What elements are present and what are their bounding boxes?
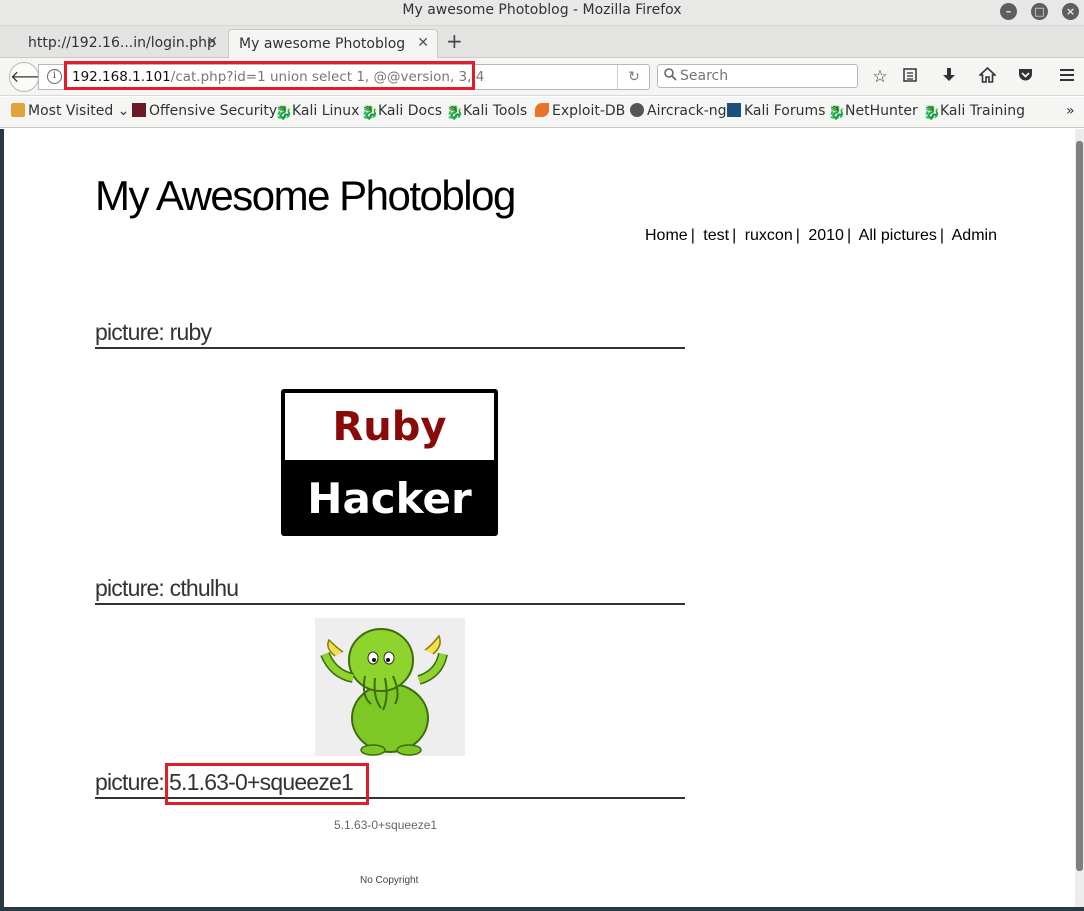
picture-heading-prefix: picture:: [95, 769, 165, 795]
bookmark-star-icon[interactable]: ☆: [869, 67, 891, 87]
page-content: My Awesome Photoblog Home | test | ruxcon |…: [4, 129, 1075, 911]
maximize-icon[interactable]: □: [1031, 3, 1048, 20]
home-icon[interactable]: [976, 66, 998, 88]
info-icon[interactable]: i: [47, 69, 62, 84]
bookmark-kali-linux[interactable]: 🐉Kali Linux: [275, 103, 360, 121]
exploit-db-icon: [535, 103, 549, 117]
nav-link-all-pictures[interactable]: All pictures: [859, 227, 937, 244]
back-arrow-icon[interactable]: 🡐: [9, 62, 53, 92]
tab-login[interactable]: http://192.16...in/login.php ✕: [2, 29, 226, 58]
bookmark-label: Aircrack-ng: [647, 103, 727, 119]
bookmark-kali-docs[interactable]: 🐉Kali Docs: [361, 103, 443, 121]
scrollbar-thumb[interactable]: [1076, 141, 1083, 871]
offsec-icon: [132, 103, 146, 117]
page-footer: No Copyright: [360, 875, 419, 886]
bookmark-aircrack-ng[interactable]: Aircrack-ng: [630, 103, 727, 119]
overflow-chevron-icon[interactable]: »: [1066, 103, 1075, 119]
nav-link-test[interactable]: test: [703, 227, 729, 244]
url-text[interactable]: 192.168.1.101/cat.php?id=1 union select …: [72, 69, 484, 85]
bookmark-label: Offensive Security: [149, 103, 278, 119]
chevron-down-icon: ⌄: [113, 103, 130, 119]
image-text-ruby: Ruby: [285, 393, 494, 460]
reading-list-icon[interactable]: [899, 67, 921, 88]
url-path: /cat.php?id=1 union select 1, @@version,…: [170, 69, 485, 85]
window-bottom-edge: [0, 907, 1084, 911]
nav-link-admin[interactable]: Admin: [952, 227, 997, 244]
tab-label: http://192.16...in/login.php: [28, 35, 216, 51]
cthulhu-image[interactable]: [315, 618, 465, 756]
search-bar[interactable]: [657, 64, 858, 88]
picture-heading-injected: picture: 5.1.63-0+squeeze1: [95, 769, 685, 799]
tab-strip: http://192.16...in/login.php ✕ My awesom…: [0, 26, 1084, 58]
kali-dragon-icon: 🐉: [446, 105, 464, 121]
bookmark-offensive-security[interactable]: Offensive Security: [132, 103, 277, 119]
kali-dragon-icon: 🐉: [923, 105, 941, 121]
reload-icon[interactable]: ↻: [617, 65, 650, 89]
minimize-icon[interactable]: –: [1000, 3, 1017, 20]
window-titlebar: My awesome Photoblog - Mozilla Firefox –…: [0, 0, 1084, 26]
nav-link-home[interactable]: Home: [645, 227, 688, 244]
bookmark-kali-training[interactable]: 🐉Kali Training: [923, 103, 1025, 121]
bookmark-label: Kali Training: [940, 103, 1025, 119]
window-title: My awesome Photoblog - Mozilla Firefox: [402, 2, 682, 18]
vertical-scrollbar[interactable]: [1075, 129, 1084, 911]
bookmark-label: Exploit-DB: [552, 103, 626, 119]
nav-separator: |: [732, 227, 737, 244]
kali-dragon-icon: 🐉: [361, 105, 379, 121]
nav-link-2010[interactable]: 2010: [808, 227, 844, 244]
close-tab-icon[interactable]: ✕: [417, 35, 429, 51]
bookmark-label: Kali Docs: [378, 103, 443, 119]
bookmark-label: NetHunter: [845, 103, 918, 119]
image-text-hacker: Hacker: [307, 474, 472, 523]
close-window-icon[interactable]: ×: [1062, 3, 1079, 20]
site-navigation: Home | test | ruxcon | 2010 | All pictures | …: [645, 227, 997, 245]
tab-label: My awesome Photoblog: [239, 36, 406, 52]
kali-dragon-icon: 🐉: [275, 105, 293, 121]
bookmarks-toolbar: Most Visited ⌄ Offensive Security 🐉Kali …: [0, 97, 1084, 128]
tab-photoblog[interactable]: My awesome Photoblog ✕: [228, 29, 438, 58]
bookmark-label: Kali Tools: [463, 103, 528, 119]
picture-heading: picture: cthulhu: [95, 575, 685, 605]
bookmark-kali-forums[interactable]: Kali Forums: [727, 103, 825, 119]
bookmark-label: Kali Linux: [292, 103, 360, 119]
url-bar[interactable]: i 192.168.1.101/cat.php?id=1 union selec…: [38, 64, 650, 90]
cthulhu-illustration: [320, 628, 448, 756]
ruby-hacker-image[interactable]: Ruby Hacker: [281, 389, 498, 536]
search-input[interactable]: [680, 67, 850, 85]
bookmark-label: Kali Forums: [744, 103, 826, 119]
pocket-icon[interactable]: [1014, 67, 1036, 88]
download-icon[interactable]: [938, 67, 960, 88]
bookmark-nethunter[interactable]: 🐉NetHunter: [828, 103, 918, 121]
picture-heading-version: 5.1.63-0+squeeze1: [169, 769, 354, 795]
bookmark-most-visited[interactable]: Most Visited ⌄: [11, 103, 129, 119]
aircrack-icon: [630, 103, 644, 117]
close-tab-icon[interactable]: ✕: [206, 34, 218, 50]
url-host: 192.168.1.101: [72, 69, 171, 85]
picture-heading: picture: ruby: [95, 319, 685, 349]
kali-dragon-icon: 🐉: [828, 105, 846, 121]
navigation-toolbar: 🡐 i 192.168.1.101/cat.php?id=1 union sel…: [0, 58, 1084, 96]
new-tab-icon[interactable]: +: [446, 29, 463, 53]
nav-separator: |: [690, 227, 695, 244]
search-icon: [664, 68, 677, 85]
bookmark-exploit-db[interactable]: Exploit-DB: [535, 103, 625, 119]
menu-icon[interactable]: [1056, 67, 1078, 87]
kali-forums-icon: [727, 103, 741, 117]
nav-separator: |: [939, 227, 945, 244]
site-title: My Awesome Photoblog: [95, 172, 516, 219]
nav-link-ruxcon[interactable]: ruxcon: [745, 227, 793, 244]
nav-separator: |: [795, 227, 800, 244]
bookmark-kali-tools[interactable]: 🐉Kali Tools: [446, 103, 528, 121]
bookmark-label: Most Visited: [28, 103, 114, 119]
picture-caption: 5.1.63-0+squeeze1: [334, 818, 438, 832]
nav-separator: |: [846, 227, 852, 244]
folder-icon: [11, 103, 25, 117]
